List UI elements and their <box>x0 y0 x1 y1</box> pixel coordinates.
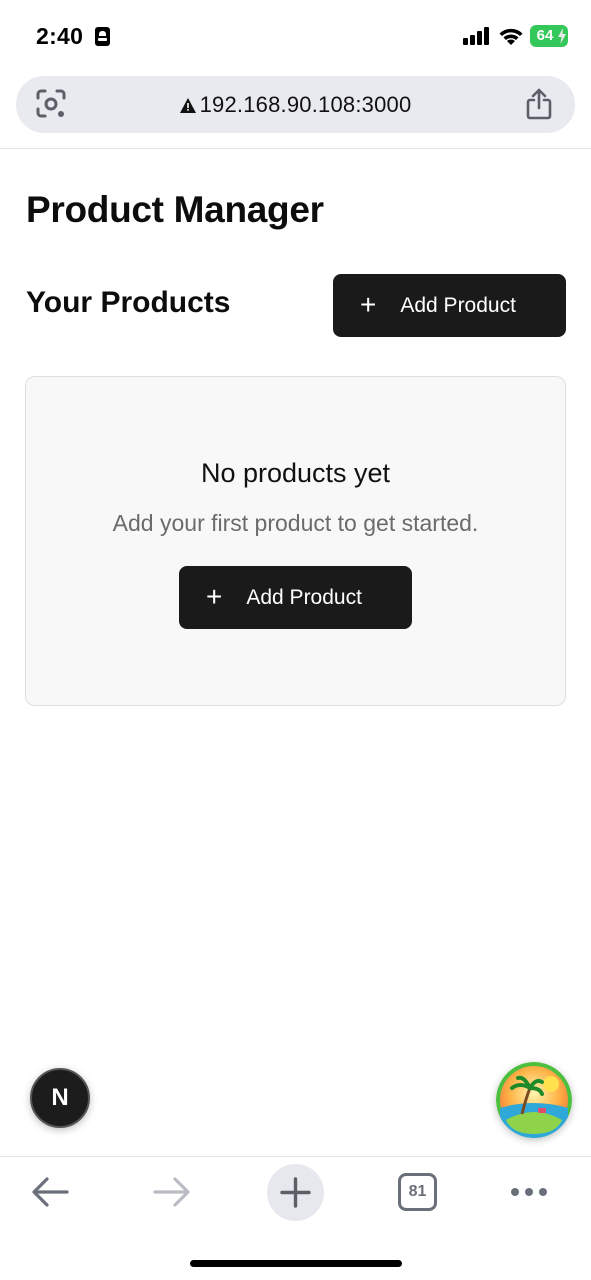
new-tab-button[interactable] <box>267 1164 324 1221</box>
back-arrow-icon[interactable] <box>31 1175 69 1209</box>
url-display[interactable]: 192.168.90.108:3000 <box>16 76 575 133</box>
url-text: 192.168.90.108:3000 <box>199 91 412 117</box>
cellular-signal-icon <box>463 27 491 45</box>
empty-state-add-product-button[interactable]: + Add Product <box>179 566 412 629</box>
section-title: Your Products <box>26 286 231 319</box>
island-extension-icon[interactable] <box>496 1062 572 1138</box>
tab-count: 81 <box>408 1183 427 1200</box>
empty-state-title: No products yet <box>200 458 391 488</box>
empty-add-product-label: Add Product <box>246 585 362 609</box>
plus-icon <box>280 1177 311 1208</box>
browser-toolbar: 81 <box>0 1156 591 1280</box>
battery-level: 64 <box>536 27 554 44</box>
add-product-button[interactable]: + Add Product <box>333 274 566 337</box>
nextjs-dev-badge[interactable]: N <box>30 1068 90 1128</box>
divider <box>0 148 591 149</box>
id-card-icon <box>95 27 110 46</box>
plus-icon: + <box>360 288 377 320</box>
address-bar[interactable]: 192.168.90.108:3000 <box>16 76 575 133</box>
page-title: Product Manager <box>26 189 324 230</box>
battery-indicator: 64 <box>530 25 568 47</box>
home-indicator[interactable] <box>190 1260 402 1267</box>
add-product-label: Add Product <box>400 293 516 317</box>
empty-state-card: No products yet Add your first product t… <box>25 376 566 706</box>
forward-arrow-icon[interactable] <box>153 1175 191 1209</box>
charging-bolt-icon <box>558 28 566 44</box>
status-bar: 2:40 64 <box>0 0 591 72</box>
more-menu-icon[interactable] <box>510 1185 548 1199</box>
status-time: 2:40 <box>36 23 84 49</box>
not-secure-warning-icon <box>179 98 196 113</box>
next-logo-letter: N <box>51 1084 69 1111</box>
empty-state-subtitle: Add your first product to get started. <box>112 510 479 536</box>
wifi-icon <box>499 28 523 45</box>
share-icon[interactable] <box>525 88 553 120</box>
plus-icon: + <box>206 580 223 612</box>
tab-switcher-button[interactable]: 81 <box>398 1173 437 1211</box>
